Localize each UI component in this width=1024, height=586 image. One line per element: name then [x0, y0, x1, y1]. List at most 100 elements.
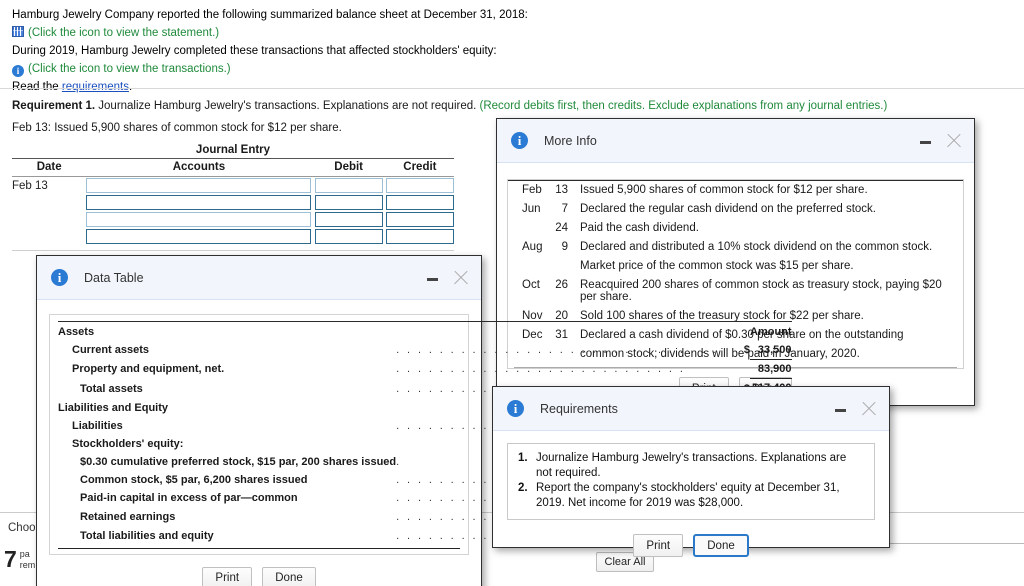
- credit-input-row-4[interactable]: [385, 229, 454, 244]
- accounts-input-row-3[interactable]: [86, 212, 312, 227]
- read-requirements-row: Read the requirements.: [12, 78, 812, 96]
- statement-icon-row: (Click the icon to view the statement.): [12, 24, 812, 42]
- transaction-month: [508, 257, 550, 276]
- print-button[interactable]: Print: [202, 566, 253, 586]
- journal-row-date: [12, 228, 86, 245]
- journal-header-row: Date Accounts Debit Credit: [12, 158, 454, 177]
- parts-remaining-line-1: pa: [19, 549, 30, 559]
- table-row: [12, 211, 454, 228]
- list-item: 1. Journalize Hamburg Jewelry's transact…: [518, 451, 864, 481]
- debit-input-row-4[interactable]: [314, 229, 383, 244]
- requirement-number: 1.: [518, 452, 528, 464]
- requirements-actions: Print Done: [493, 520, 889, 569]
- transaction-month: Oct: [522, 279, 540, 291]
- dots-spacer: . . . . . . . . . . . . . . . . . . . . …: [396, 363, 686, 375]
- table-row: 24 Paid the cash dividend.: [508, 219, 963, 238]
- parts-remaining-line-2: rem: [19, 560, 36, 570]
- read-suffix: .: [129, 81, 133, 93]
- row-label: $0.30 cumulative preferred stock, $15 pa…: [80, 455, 397, 468]
- parts-remaining-indicator: 7 pa rem: [4, 546, 35, 572]
- info-icon: i: [511, 132, 528, 149]
- journal-header-accounts: Accounts: [86, 158, 312, 177]
- row-label: Paid-in capital in excess of par—common: [80, 491, 298, 504]
- journal-row-date: Feb 13: [12, 179, 48, 192]
- credit-input-row-2[interactable]: [385, 195, 454, 210]
- row-amount: 83,900: [750, 359, 792, 379]
- requirement-text: Journalize Hamburg Jewelry's transaction…: [536, 452, 847, 479]
- section-divider: [0, 88, 1024, 89]
- requirements-title-bar: i Requirements: [493, 387, 889, 431]
- row-label: Retained earnings: [80, 510, 176, 523]
- requirement-1-label: Requirement 1.: [12, 100, 96, 112]
- credit-input-row-3[interactable]: [385, 212, 454, 227]
- table-row: Aug 9 Declared and distributed a 10% sto…: [508, 238, 963, 257]
- done-button[interactable]: Done: [693, 534, 749, 557]
- row-label: Current assets: [72, 344, 150, 357]
- row-label: Total assets: [80, 382, 143, 395]
- row-amount: 33,500: [757, 344, 792, 356]
- minimize-icon[interactable]: [423, 268, 443, 288]
- transaction-day: [550, 257, 580, 276]
- data-table-dialog: i Data Table Assets Amount Current asset…: [36, 255, 792, 586]
- parts-remaining-count: 7: [4, 546, 17, 572]
- statement-line-1: Hamburg Jewelry Company reported the fol…: [12, 9, 528, 21]
- transaction-day: 26: [555, 279, 568, 291]
- accounts-input-row-2[interactable]: [86, 195, 312, 210]
- accounts-input-row-4[interactable]: [86, 229, 312, 244]
- table-row: Feb 13 Issued 5,900 shares of common sto…: [508, 180, 963, 200]
- transaction-desc: Declared the regular cash dividend on th…: [580, 203, 876, 215]
- row-label: Stockholders' equity:: [72, 437, 184, 450]
- requirements-link[interactable]: requirements: [62, 81, 129, 93]
- info-icon[interactable]: i: [12, 65, 24, 77]
- requirement-1-hint: (Record debits first, then credits. Excl…: [479, 100, 888, 112]
- row-currency: $: [743, 344, 750, 357]
- credit-input-row-1[interactable]: [385, 178, 454, 193]
- table-row: Property and equipment, net. . . . . . .…: [58, 359, 792, 379]
- data-table-bottom-rule: [58, 547, 460, 550]
- info-icon: i: [51, 269, 68, 286]
- requirement-number: 2.: [518, 482, 528, 494]
- transaction-month: Feb: [508, 180, 550, 200]
- row-label: Property and equipment, net.: [72, 363, 225, 375]
- debit-input-row-3[interactable]: [314, 212, 383, 227]
- table-row: Assets Amount: [58, 321, 792, 341]
- close-icon[interactable]: [449, 266, 473, 290]
- debit-input-row-2[interactable]: [314, 195, 383, 210]
- journal-row-date: [12, 211, 86, 228]
- transaction-day: 24: [555, 222, 568, 234]
- transaction-month: [508, 219, 550, 238]
- minimize-icon[interactable]: [831, 399, 851, 419]
- transaction-desc: Declared and distributed a 10% stock div…: [580, 241, 933, 253]
- journal-row-date: [12, 194, 86, 211]
- journal-bottom-rule: [12, 245, 454, 251]
- view-statement-link[interactable]: (Click the icon to view the statement.): [28, 27, 219, 39]
- assets-header: Assets: [58, 321, 397, 341]
- close-icon[interactable]: [857, 397, 881, 421]
- transaction-day: 9: [561, 241, 568, 253]
- entry-prompt: Feb 13: Issued 5,900 shares of common st…: [12, 122, 342, 134]
- print-button[interactable]: Print: [633, 534, 684, 557]
- row-label: Liabilities and Equity: [58, 401, 169, 414]
- requirements-panel: 1. Journalize Hamburg Jewelry's transact…: [507, 443, 875, 520]
- table-row: Current assets . . . . . . . . . . . . .…: [58, 341, 792, 360]
- currency-header: [739, 321, 750, 341]
- journal-entry-title: Journal Entry: [195, 144, 271, 156]
- table-row: Oct 26 Reacquired 200 shares of common s…: [508, 276, 963, 307]
- row-label: Total liabilities and equity: [80, 530, 214, 542]
- table-grid-icon[interactable]: [12, 26, 24, 37]
- transaction-desc: Paid the cash dividend.: [580, 222, 699, 234]
- journal-header-debit: Debit: [314, 158, 383, 177]
- accounts-input-row-1[interactable]: [86, 178, 312, 193]
- view-transactions-link[interactable]: (Click the icon to view the transactions…: [28, 63, 231, 75]
- transaction-desc: Reacquired 200 shares of common stock as…: [580, 279, 942, 303]
- table-row: Jun 7 Declared the regular cash dividend…: [508, 200, 963, 219]
- debit-input-row-1[interactable]: [314, 178, 383, 193]
- table-row: [12, 194, 454, 211]
- minimize-icon[interactable]: [916, 131, 936, 151]
- table-row: Market price of the common stock was $15…: [508, 257, 963, 276]
- table-row: Feb 13: [12, 177, 454, 195]
- close-icon[interactable]: [942, 129, 966, 153]
- journal-entry-table: Journal Entry Date Accounts Debit Credit…: [12, 144, 454, 251]
- table-row: [12, 228, 454, 245]
- done-button[interactable]: Done: [262, 566, 316, 586]
